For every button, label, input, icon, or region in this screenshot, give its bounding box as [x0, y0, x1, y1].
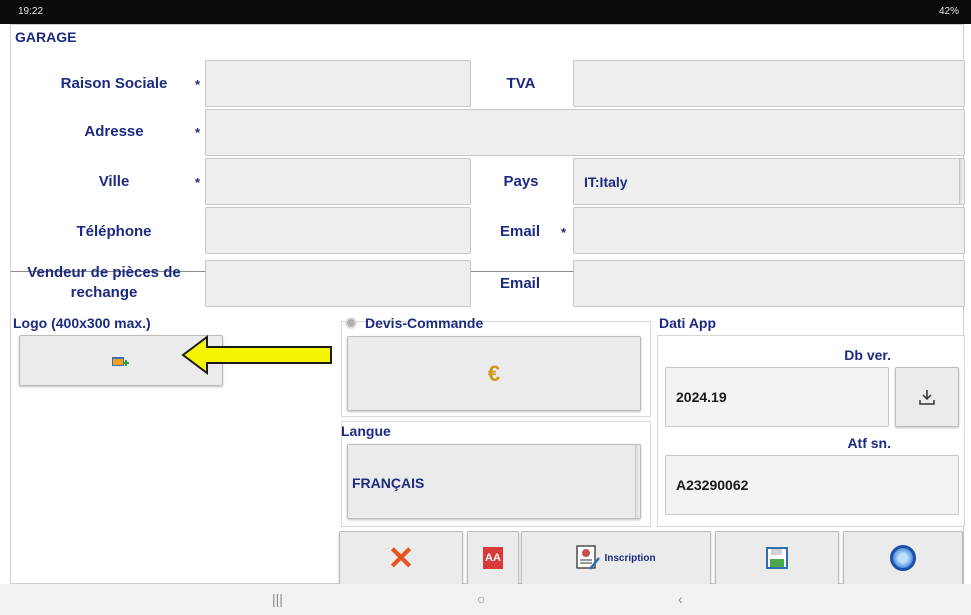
font-size-button[interactable]: AA — [467, 531, 519, 585]
cancel-button[interactable]: ✕ — [339, 531, 463, 585]
email-field[interactable] — [573, 207, 965, 254]
tva-field[interactable] — [573, 60, 965, 107]
email-label: Email — [499, 223, 541, 240]
db-ver-field: 2024.19 — [665, 367, 889, 427]
required-marker: * — [195, 175, 201, 190]
adresse-label: Adresse — [84, 123, 144, 140]
back-icon[interactable]: ‹ — [678, 591, 683, 607]
langue-select[interactable]: FRANÇAIS — [347, 444, 641, 519]
tva-label: TVA — [506, 75, 536, 92]
langue-label: Langue — [341, 423, 391, 439]
email-label-2: Email — [499, 275, 541, 292]
telephone-label: Téléphone — [76, 223, 152, 240]
raison-sociale-label: Raison Sociale — [60, 75, 168, 92]
navigation-bar: ||| ○ ‹ — [0, 584, 971, 615]
pays-label: Pays — [503, 173, 539, 190]
sync-icon — [890, 545, 916, 571]
vendeur-label: Vendeur de pièces de rechange — [27, 264, 181, 301]
pays-select[interactable]: IT:Italy — [573, 158, 965, 205]
font-icon: AA — [483, 547, 503, 569]
required-marker: * — [195, 77, 201, 92]
devis-commande-button[interactable]: € — [347, 336, 641, 411]
atf-sn-label: Atf sn. — [847, 435, 891, 451]
save-icon — [766, 547, 788, 569]
inscription-button[interactable]: Inscription — [521, 531, 711, 585]
home-icon[interactable]: ○ — [477, 591, 485, 607]
garage-form: GARAGE Raison Sociale * TVA Adresse * Vi… — [10, 24, 965, 585]
raison-sociale-field[interactable] — [205, 60, 471, 107]
atf-sn-field: A23290062 — [665, 455, 959, 515]
close-icon: ✕ — [387, 540, 415, 576]
inscription-label: Inscription — [604, 552, 656, 564]
logo-label: Logo (400x300 max.) — [13, 315, 151, 331]
required-marker: * — [195, 125, 201, 140]
email-field-2[interactable] — [573, 260, 965, 307]
telephone-field[interactable] — [205, 207, 471, 254]
ville-label: Ville — [98, 173, 130, 190]
recent-apps-icon[interactable]: ||| — [272, 591, 283, 607]
status-time: 19:22 — [18, 6, 44, 17]
sync-button[interactable] — [843, 531, 963, 585]
status-battery: 42% — [938, 6, 959, 17]
registration-form-icon — [576, 545, 601, 570]
arrow-annotation-icon — [181, 335, 332, 375]
ville-field[interactable] — [205, 158, 471, 205]
gear-icon — [345, 317, 357, 329]
download-db-button[interactable] — [895, 367, 959, 427]
dati-app-label: Dati App — [659, 315, 717, 331]
db-ver-label: Db ver. — [844, 347, 891, 363]
status-bar: 19:22 42% — [0, 0, 971, 24]
save-button[interactable] — [715, 531, 839, 585]
devis-label: Devis-Commande — [365, 315, 484, 331]
euro-icon: € — [487, 360, 501, 386]
image-add-icon — [112, 356, 129, 366]
download-icon — [919, 390, 935, 405]
required-marker: * — [561, 225, 567, 240]
dropdown-indicator — [635, 445, 638, 518]
dropdown-indicator — [959, 159, 962, 204]
adresse-field[interactable] — [205, 109, 965, 156]
vendeur-field[interactable] — [205, 260, 471, 307]
page-title: GARAGE — [15, 29, 77, 45]
